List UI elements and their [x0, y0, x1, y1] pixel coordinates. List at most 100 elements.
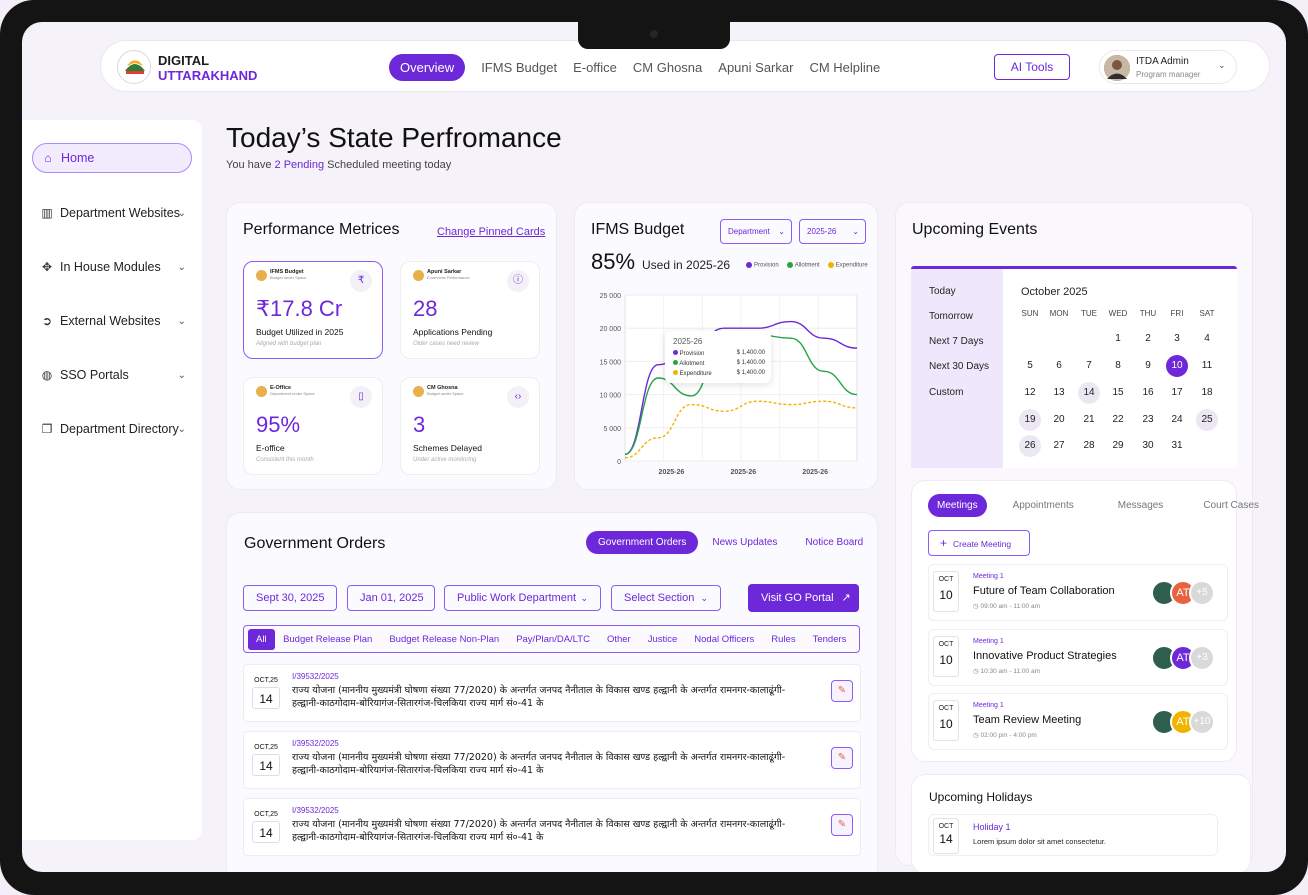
calendar-day[interactable]: 9 [1137, 355, 1159, 377]
calendar-day[interactable]: 21 [1078, 409, 1100, 431]
metric-card-e-office[interactable]: E-Office Department under Space ▯ 95% E-… [243, 377, 383, 475]
metric-card-cm-ghosna[interactable]: CM Ghosna Budget under Space ‹› 3 Scheme… [400, 377, 540, 475]
meeting-item[interactable]: OCT 10 Meeting 1 Future of Team Collaborati… [928, 564, 1228, 621]
order-row[interactable]: OCT,25 14 I/39532/2025 राज्य योजना (माननीय … [243, 664, 861, 722]
order-number[interactable]: I/39532/2025 [292, 806, 339, 815]
more-attendees-badge: +5 [1189, 580, 1215, 606]
user-role: Program manager [1136, 70, 1201, 79]
category-budget-release-non-plan[interactable]: Budget Release Non-Plan [381, 634, 508, 645]
calendar-day[interactable]: 25 [1196, 409, 1218, 431]
calendar-day[interactable]: 26 [1019, 435, 1041, 457]
calendar-day[interactable]: 4 [1196, 328, 1218, 350]
range-today[interactable]: Today [929, 286, 956, 297]
calendar-day[interactable]: 19 [1019, 409, 1041, 431]
calendar-day[interactable]: 18 [1196, 382, 1218, 404]
tab-appointments[interactable]: Appointments [987, 500, 1088, 511]
metric-card-ifms[interactable]: IFMS Budget Budget under Space ₹ ₹17.8 C… [243, 261, 383, 359]
calendar-day[interactable]: 15 [1107, 382, 1129, 404]
tab-meetings[interactable]: Meetings [928, 494, 987, 517]
category-justice[interactable]: Justice [639, 634, 686, 645]
category-pay-plan-da-ltc[interactable]: Pay/Plan/DA/LTC [508, 634, 599, 645]
holiday-item[interactable]: OCT 14 Holiday 1 Lorem ipsum dolor sit am… [928, 814, 1218, 856]
category-tenders[interactable]: Tenders [804, 634, 855, 645]
meeting-item[interactable]: OCT 10 Meeting 1 Team Review Meeting ◷ 02:00… [928, 693, 1228, 750]
category-all[interactable]: All [248, 628, 275, 650]
calendar-day[interactable]: 22 [1107, 409, 1129, 431]
category-nodal-officers[interactable]: Nodal Officers [686, 634, 763, 645]
nav-cm-helpline[interactable]: CM Helpline [801, 54, 888, 81]
calendar-day[interactable]: 31 [1166, 435, 1188, 457]
calendar-day[interactable]: 1 [1107, 328, 1129, 350]
visit-go-portal-button[interactable]: Visit GO Portal ↗ [748, 584, 859, 612]
metric-card-apuni-sarkar[interactable]: Apuni Sarkar E-services Performance ⓘ 28… [400, 261, 540, 359]
chevron-down-icon: ⌄ [1218, 60, 1226, 70]
calendar-day[interactable]: 23 [1137, 409, 1159, 431]
from-date-field[interactable]: Sept 30, 2025 [243, 585, 337, 611]
user-menu[interactable]: ITDA Admin Program manager ⌄ [1099, 50, 1237, 84]
calendar-day[interactable]: 6 [1048, 355, 1070, 377]
calendar-day[interactable]: 20 [1048, 409, 1070, 431]
create-meeting-button[interactable]: + Create Meeting [928, 530, 1030, 556]
calendar-day[interactable]: 10 [1166, 355, 1188, 377]
calendar-day[interactable]: 8 [1107, 355, 1129, 377]
calendar-day[interactable]: 3 [1166, 328, 1188, 350]
tooltip-row: Expenditure $ 1,400.00 [673, 370, 765, 377]
state-logo[interactable] [117, 50, 151, 84]
calendar-day[interactable]: 2 [1137, 328, 1159, 350]
calendar-day[interactable]: 24 [1166, 409, 1188, 431]
change-pinned-cards-link[interactable]: Change Pinned Cards [437, 226, 545, 238]
pending-count[interactable]: 2 Pending [275, 159, 325, 171]
range-next-30-days[interactable]: Next 30 Days [929, 361, 989, 372]
tab-notice-board[interactable]: Notice Board [791, 537, 877, 548]
category-rules[interactable]: Rules [763, 634, 804, 645]
range-next-7-days[interactable]: Next 7 Days [929, 336, 983, 347]
tab-messages[interactable]: Messages [1088, 500, 1178, 511]
pdf-document-icon[interactable]: ✎ [831, 680, 853, 702]
order-row[interactable]: OCT,25 14 I/39532/2025 राज्य योजना (माननीय … [243, 798, 861, 856]
sidebar-item-department-websites[interactable]: ▥ Department Websites ⌄ [32, 198, 192, 228]
calendar-day[interactable]: 7 [1078, 355, 1100, 377]
order-row[interactable]: OCT,25 14 I/39532/2025 राज्य योजना (माननीय … [243, 731, 861, 789]
sidebar-item-label: Department Websites [60, 206, 180, 220]
pdf-document-icon[interactable]: ✎ [831, 814, 853, 836]
calendar-day[interactable]: 17 [1166, 382, 1188, 404]
to-date-field[interactable]: Jan 01, 2025 [347, 585, 435, 611]
calendar-day[interactable]: 5 [1019, 355, 1041, 377]
section-dropdown[interactable]: Select Section ⌄ [611, 585, 721, 611]
sidebar-item-in-house-modules[interactable]: ✥ In House Modules ⌄ [32, 252, 192, 282]
sidebar-item-external-websites[interactable]: ➲ External Websites ⌄ [32, 306, 192, 336]
sidebar-item-home[interactable]: ⌂ Home [32, 143, 192, 173]
order-number[interactable]: I/39532/2025 [292, 739, 339, 748]
range-tomorrow[interactable]: Tomorrow [929, 311, 973, 322]
calendar-day[interactable]: 29 [1107, 435, 1129, 457]
category-other[interactable]: Other [598, 634, 639, 645]
sidebar-item-sso-portals[interactable]: ◍ SSO Portals ⌄ [32, 360, 192, 390]
calendar-day[interactable]: 28 [1078, 435, 1100, 457]
tab-court-cases[interactable]: Court Cases [1177, 500, 1273, 511]
pdf-document-icon[interactable]: ✎ [831, 747, 853, 769]
calendar-day[interactable]: 11 [1196, 355, 1218, 377]
tab-news-updates[interactable]: News Updates [698, 537, 791, 548]
calendar-day[interactable]: 12 [1019, 382, 1041, 404]
department-select[interactable]: Department ⌄ [720, 219, 792, 244]
calendar-day[interactable]: 30 [1137, 435, 1159, 457]
calendar-day[interactable]: 13 [1048, 382, 1070, 404]
nav-overview[interactable]: Overview [389, 54, 466, 81]
year-select[interactable]: 2025-26 ⌄ [799, 219, 866, 244]
nav-ifms-budget[interactable]: IFMS Budget [473, 54, 565, 81]
range-custom[interactable]: Custom [929, 387, 963, 398]
nav-e-office[interactable]: E-office [565, 54, 625, 81]
calendar-day[interactable]: 14 [1078, 382, 1100, 404]
order-number[interactable]: I/39532/2025 [292, 672, 339, 681]
calendar-day[interactable]: 27 [1048, 435, 1070, 457]
tab-government-orders[interactable]: Government Orders [586, 531, 699, 554]
nav-apuni-sarkar[interactable]: Apuni Sarkar [710, 54, 801, 81]
calendar-day[interactable]: 16 [1137, 382, 1159, 404]
ai-tools-button[interactable]: AI Tools [994, 54, 1070, 80]
department-dropdown[interactable]: Public Work Department ⌄ [444, 585, 601, 611]
sidebar-item-label: Department Directory [60, 422, 179, 436]
nav-cm-ghosna[interactable]: CM Ghosna [625, 54, 710, 81]
sidebar-item-department-directory[interactable]: ❐ Department Directory ⌄ [32, 414, 192, 444]
meeting-item[interactable]: OCT 10 Meeting 1 Innovative Product Strateg… [928, 629, 1228, 686]
category-budget-release-plan[interactable]: Budget Release Plan [275, 634, 381, 645]
